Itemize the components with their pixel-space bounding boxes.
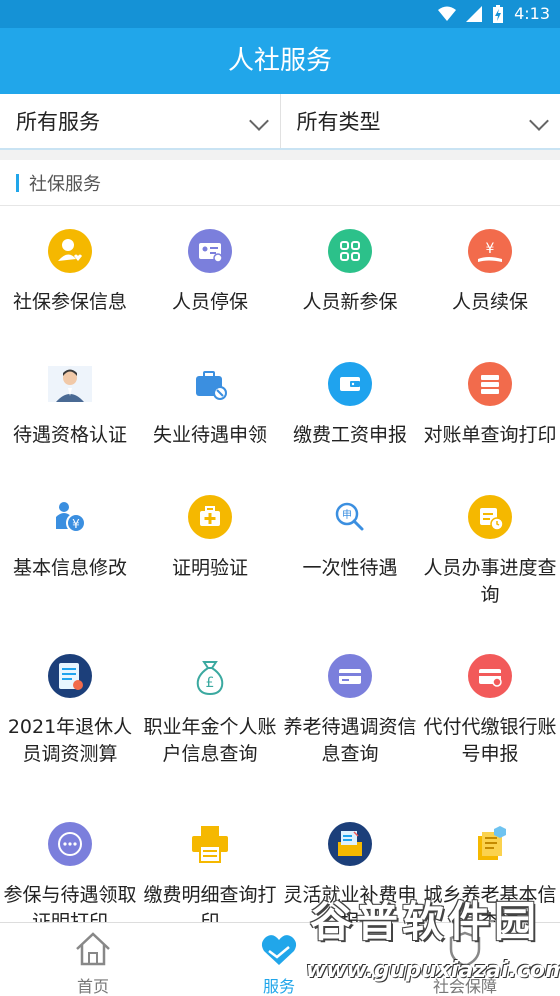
battery-icon bbox=[493, 4, 504, 23]
svg-text:申: 申 bbox=[342, 508, 352, 521]
face-photo-icon bbox=[48, 366, 92, 402]
service-label: 对账单查询打印 bbox=[423, 424, 557, 446]
service-label: 基本信息修改 bbox=[12, 557, 127, 579]
form-box-icon bbox=[328, 822, 372, 866]
page-title: 人社服务 bbox=[227, 46, 332, 76]
briefcase-icon bbox=[196, 371, 227, 400]
service-label: 待遇资格认证 bbox=[12, 424, 127, 446]
shield-icon bbox=[449, 931, 481, 968]
service-label: 2021年退休人员调资测算 bbox=[7, 716, 133, 765]
yuan-hand-icon: ¥ bbox=[468, 229, 512, 273]
svg-text:¥: ¥ bbox=[72, 517, 80, 531]
tab-service[interactable]: 服务 bbox=[186, 923, 372, 996]
wallet-icon bbox=[328, 362, 372, 406]
app-bar: 人社服务 bbox=[0, 28, 560, 94]
bank-card-icon bbox=[468, 654, 512, 698]
tab-service-label: 服务 bbox=[262, 977, 295, 996]
service-label: 职业年金个人账户信息查询 bbox=[143, 716, 277, 765]
chevron-down-icon bbox=[248, 111, 269, 131]
tab-home-label: 首页 bbox=[76, 977, 109, 996]
chat-dots-icon bbox=[48, 822, 92, 866]
section-header: 社保服务 bbox=[0, 160, 560, 206]
service-label: 人员办事进度查询 bbox=[423, 557, 557, 606]
stack-icon bbox=[468, 362, 512, 406]
wifi-icon bbox=[438, 6, 457, 21]
calendar-clock-icon bbox=[468, 495, 512, 539]
id-card-icon bbox=[188, 229, 232, 273]
card-icon bbox=[328, 654, 372, 698]
search-shen-icon: 申 bbox=[335, 502, 364, 531]
service-filter-label: 所有服务 bbox=[16, 110, 100, 134]
service-filter-dropdown[interactable]: 所有服务 bbox=[0, 94, 280, 148]
type-filter-dropdown[interactable]: 所有类型 bbox=[279, 94, 560, 148]
home-icon bbox=[76, 932, 110, 966]
svg-text:¥: ¥ bbox=[486, 241, 495, 257]
bottom-tab-bar: 首页 服务 社会保障 bbox=[0, 922, 560, 996]
service-label: 代付代缴银行账号申报 bbox=[423, 716, 557, 765]
signal-icon bbox=[466, 5, 483, 22]
type-filter-label: 所有类型 bbox=[296, 110, 381, 134]
svg-text:£: £ bbox=[206, 675, 215, 691]
tab-home[interactable]: 首页 bbox=[0, 923, 186, 996]
section-title: 社保服务 bbox=[29, 173, 101, 195]
chevron-down-icon bbox=[529, 111, 549, 131]
person-yuan-icon: ¥ bbox=[56, 502, 86, 533]
service-label: 失业待遇申领 bbox=[152, 424, 267, 446]
service-label: 证明验证 bbox=[171, 557, 248, 579]
medkit-icon bbox=[188, 495, 232, 539]
document-stack-icon bbox=[478, 826, 506, 860]
service-label: 人员续保 bbox=[451, 291, 528, 313]
service-label: 缴费工资申报 bbox=[292, 424, 407, 446]
printer-icon bbox=[192, 826, 228, 863]
section-accent-bar bbox=[16, 173, 19, 192]
service-label: 人员新参保 bbox=[302, 291, 398, 313]
user-heart-icon bbox=[48, 229, 92, 273]
section-divider bbox=[0, 150, 560, 160]
tab-social-security-label: 社会保障 bbox=[432, 977, 497, 996]
grid-apps-icon bbox=[328, 229, 372, 273]
status-bar: 4:13 bbox=[0, 0, 560, 28]
status-time: 4:13 bbox=[514, 4, 550, 23]
filter-bar: 所有服务 所有类型 bbox=[0, 94, 560, 150]
service-label: 社保参保信息 bbox=[12, 291, 127, 313]
service-label: 养老待遇调资信息查询 bbox=[283, 716, 417, 765]
handshake-heart-icon bbox=[261, 935, 297, 965]
tab-social-security[interactable]: 社会保障 bbox=[372, 923, 558, 996]
service-label: 一次性待遇 bbox=[302, 557, 398, 579]
certificate-icon bbox=[48, 654, 92, 698]
money-bag-icon: £ bbox=[196, 661, 224, 696]
service-label: 人员停保 bbox=[171, 291, 248, 313]
